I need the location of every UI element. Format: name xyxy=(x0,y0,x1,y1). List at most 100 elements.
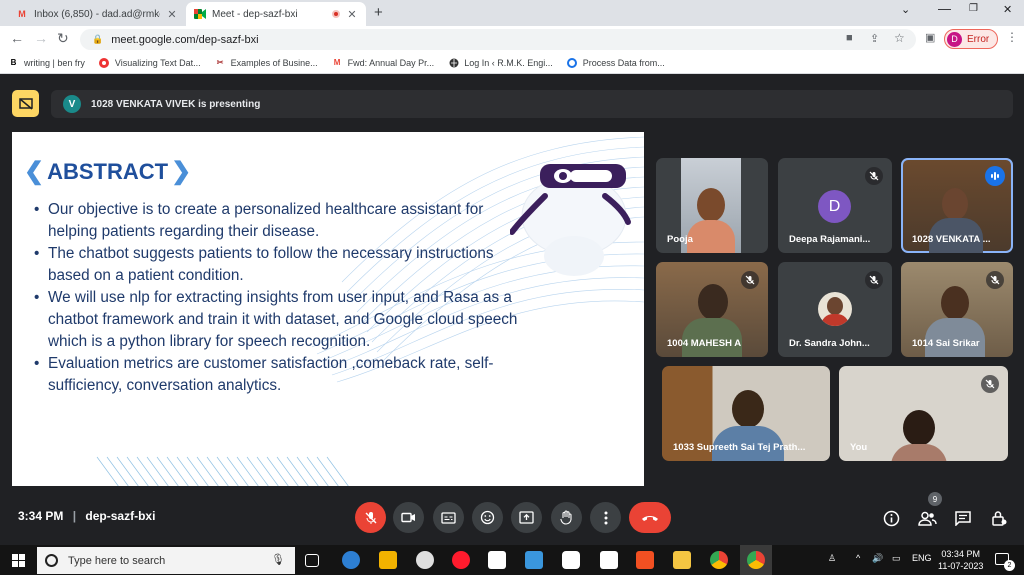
person-head xyxy=(698,284,728,320)
person-body xyxy=(821,314,849,326)
opera-icon[interactable] xyxy=(452,551,470,569)
notification-badge: 2 xyxy=(1004,560,1015,571)
more-options-button[interactable] xyxy=(590,502,621,533)
reactions-button[interactable] xyxy=(472,502,503,533)
mail-icon[interactable] xyxy=(488,551,506,569)
participant-name: Pooja xyxy=(667,234,693,245)
bookmark-item[interactable]: Visualizing Text Dat... xyxy=(99,57,201,68)
notepad-icon[interactable] xyxy=(600,551,618,569)
c-icon xyxy=(567,57,578,68)
office-icon[interactable] xyxy=(636,551,654,569)
close-window-button[interactable]: ✕ xyxy=(1003,3,1012,16)
mic-off-icon xyxy=(981,375,999,393)
file-explorer-icon[interactable] xyxy=(673,551,691,569)
microphone-icon[interactable]: 🎙 xyxy=(271,553,285,566)
taskbar-clock[interactable]: 03:34 PM 11-07-2023 xyxy=(938,548,983,572)
videocam-icon xyxy=(401,512,415,523)
more-menu-icon[interactable]: ⋮ xyxy=(1006,30,1018,44)
meeting-time: 3:34 PM xyxy=(18,509,64,523)
address-bar[interactable]: 🔒 meet.google.com/dep-sazf-bxi xyxy=(80,29,916,50)
battery-icon[interactable]: ▭ xyxy=(892,553,901,564)
bookmark-item[interactable]: M Fwd: Annual Day Pr... xyxy=(332,57,434,68)
side-panel-icon[interactable]: ▣ xyxy=(925,31,935,44)
bookmark-item[interactable]: ✂ Examples of Busine... xyxy=(215,57,318,68)
camera-in-use-icon[interactable]: ■ xyxy=(846,32,853,44)
participant-tile[interactable]: 1033 Supreeth Sai Tej Prath... xyxy=(662,366,830,461)
meeting-details: 3:34 PM | dep-sazf-bxi xyxy=(18,509,155,523)
tab-gmail-inbox[interactable]: M Inbox (6,850) - dad.ad@rmkec.ac.in ✕ xyxy=(8,2,186,26)
participant-tile[interactable]: D Deepa Rajamani... xyxy=(778,158,892,253)
slide-bullet: Our objective is to create a personalize… xyxy=(34,199,534,243)
left-chevron-icon: ❮ xyxy=(24,158,45,185)
participant-name: Deepa Rajamani... xyxy=(789,234,871,245)
mic-off-icon xyxy=(865,167,883,185)
new-tab-button[interactable]: + xyxy=(374,4,383,21)
bookmark-label: Process Data from... xyxy=(582,57,665,68)
bookmark-star-icon[interactable]: ☆ xyxy=(894,31,905,45)
participant-tile[interactable]: You xyxy=(839,366,1008,461)
chrome-icon[interactable] xyxy=(710,551,728,569)
close-tab-icon[interactable]: ✕ xyxy=(346,8,358,21)
participant-tile[interactable]: Dr. Sandra John... xyxy=(778,262,892,357)
people-button[interactable] xyxy=(917,508,937,528)
participant-tile[interactable]: 1004 MAHESH A xyxy=(656,262,768,357)
paint-icon[interactable] xyxy=(416,551,434,569)
present-now-button[interactable] xyxy=(511,502,542,533)
captions-button[interactable] xyxy=(433,502,464,533)
bookmark-item[interactable]: Log In ‹ R.M.K. Engi... xyxy=(448,57,553,68)
language-indicator[interactable]: ENG xyxy=(912,553,932,563)
separator: | xyxy=(72,509,77,523)
participant-name: 1004 MAHESH A xyxy=(667,338,742,349)
people-tray-icon[interactable]: ♙ xyxy=(828,553,836,564)
microphone-toggle-button[interactable] xyxy=(355,502,386,533)
reload-icon[interactable]: ↻ xyxy=(57,30,69,47)
chrome-icon[interactable] xyxy=(747,551,765,569)
task-view-icon[interactable] xyxy=(305,554,319,567)
scissors-icon: ✂ xyxy=(216,58,224,67)
person-head xyxy=(732,390,764,428)
bookmarks-bar: Bwriting | ben fry Visualizing Text Dat.… xyxy=(0,52,1024,74)
bookmark-item[interactable]: Process Data from... xyxy=(567,57,665,68)
camera-toggle-button[interactable] xyxy=(393,502,424,533)
share-icon[interactable]: ⇪ xyxy=(870,32,879,45)
leave-call-button[interactable] xyxy=(629,502,671,533)
browser-toolbar: ← → ↻ 🔒 meet.google.com/dep-sazf-bxi ■ ⇪… xyxy=(0,26,1024,52)
camera-app-icon[interactable] xyxy=(562,551,580,569)
chat-button[interactable] xyxy=(953,508,973,528)
restore-button[interactable]: ❐ xyxy=(969,3,978,14)
store-icon[interactable] xyxy=(379,551,397,569)
person-body xyxy=(891,444,947,461)
participant-tile[interactable]: 1028 VENKATA ... xyxy=(901,158,1013,253)
participant-tile[interactable]: Pooja xyxy=(656,158,768,253)
people-icon xyxy=(917,511,937,526)
screen: M Inbox (6,850) - dad.ad@rmkec.ac.in ✕ M… xyxy=(0,0,1024,575)
participant-name: 1033 Supreeth Sai Tej Prath... xyxy=(673,442,806,453)
tab-search-chevron-icon[interactable]: ⌄ xyxy=(901,3,910,16)
windows-start-icon[interactable] xyxy=(12,554,25,572)
edge-browser-icon[interactable] xyxy=(342,551,360,569)
tab-google-meet[interactable]: Meet - dep-sazf-bxi ✕ xyxy=(186,2,366,26)
activities-button[interactable] xyxy=(989,508,1009,528)
speaker-icon[interactable]: 🔊 xyxy=(872,553,883,564)
profile-error-label: Error xyxy=(967,33,990,45)
close-tab-icon[interactable]: ✕ xyxy=(166,8,178,21)
participant-tile[interactable]: 1014 Sai Srikar xyxy=(901,262,1013,357)
presentation-slide: ❮ ABSTRACT ❯ Our objective is to create … xyxy=(12,132,644,486)
bookmark-item[interactable]: Bwriting | ben fry xyxy=(8,57,85,68)
taskbar-search-box[interactable]: Type here to search 🎙 xyxy=(37,547,295,574)
back-arrow-icon[interactable]: ← xyxy=(10,30,24,46)
vscode-icon[interactable] xyxy=(525,551,543,569)
minimize-button[interactable]: — xyxy=(938,1,951,16)
show-hidden-icons-chevron-icon[interactable]: ^ xyxy=(856,553,860,563)
people-count-badge: 9 xyxy=(928,492,942,506)
info-icon xyxy=(883,510,899,526)
present-to-all-icon xyxy=(519,511,534,524)
raise-hand-button[interactable] xyxy=(551,502,582,533)
slide-bullets: Our objective is to create a personalize… xyxy=(34,199,534,397)
recording-indicator-icon xyxy=(332,10,340,18)
meeting-info-button[interactable] xyxy=(881,508,901,528)
forward-arrow-icon[interactable]: → xyxy=(34,30,48,46)
profile-button[interactable]: D Error xyxy=(944,29,999,49)
stop-presentation-icon[interactable] xyxy=(12,90,39,117)
mic-off-icon xyxy=(865,271,883,289)
